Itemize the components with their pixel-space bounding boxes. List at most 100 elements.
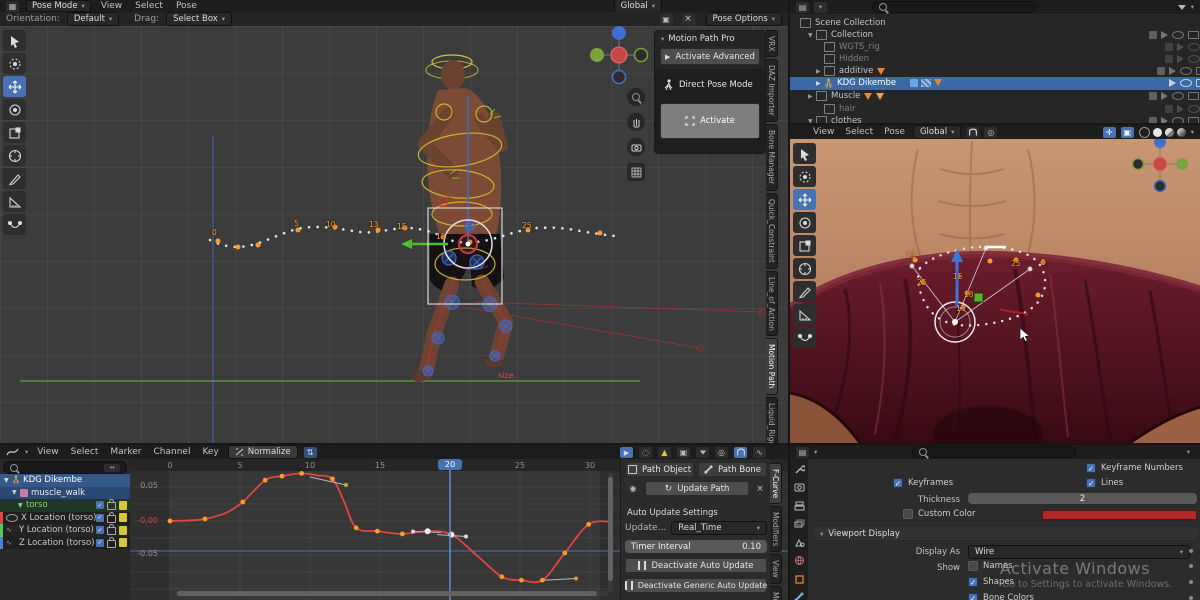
keyframe[interactable] <box>519 578 524 583</box>
xray-toggle-icon[interactable]: ▣ <box>1121 127 1134 138</box>
eye-icon[interactable] <box>1188 105 1200 113</box>
menu-select[interactable]: Select <box>842 127 876 137</box>
expand-icon[interactable]: ▼ <box>808 118 816 123</box>
names-checkbox[interactable] <box>968 561 978 571</box>
keyframe[interactable] <box>400 532 405 537</box>
menu-channel[interactable]: Channel <box>151 447 194 457</box>
tab-bone-manager[interactable]: Bone Manager <box>766 124 778 190</box>
tab-f-curve[interactable]: F-Curve <box>770 463 782 504</box>
tool-transform[interactable] <box>3 145 26 166</box>
pose-options-dropdown[interactable]: Pose Options <box>706 12 782 26</box>
menu-view[interactable]: View <box>810 127 837 137</box>
normalize-toggle[interactable]: Normalize <box>228 445 298 459</box>
animate-dot[interactable] <box>1189 580 1193 584</box>
editor-type-icon[interactable]: ▦ <box>6 1 19 12</box>
enable-checkbox[interactable] <box>96 539 104 547</box>
properties-search[interactable] <box>912 446 1076 458</box>
lock-icon[interactable] <box>107 540 116 548</box>
selectable-icon[interactable] <box>1169 67 1176 75</box>
tab-view[interactable]: View <box>770 554 782 584</box>
tool-transform[interactable] <box>793 258 816 279</box>
collapse-icon[interactable] <box>661 34 664 44</box>
checkbox-icon[interactable] <box>1149 117 1157 123</box>
scrollbar-thumb[interactable] <box>608 477 613 581</box>
keyframe[interactable] <box>168 519 173 524</box>
outliner-row-wgts-rig[interactable]: WGTS_rig <box>790 41 1200 54</box>
enable-checkbox[interactable] <box>96 501 104 509</box>
material-shading-icon[interactable] <box>1165 128 1174 137</box>
eye-icon[interactable] <box>1180 79 1192 87</box>
orientation-dropdown[interactable]: Global <box>913 125 961 139</box>
tool-pose-breakdowner[interactable] <box>3 214 26 235</box>
vertical-scrollbar[interactable] <box>608 473 613 593</box>
tab-vrx[interactable]: VRX <box>766 30 778 57</box>
channel-object[interactable]: ▼ KDG Dikembe <box>0 474 130 487</box>
animate-dot[interactable] <box>1189 549 1193 553</box>
deactivate-generic-auto-update-button[interactable]: Deactivate Generic Auto Update <box>625 578 767 593</box>
camera-view-button[interactable] <box>627 138 645 156</box>
solo-icon[interactable] <box>119 526 127 535</box>
pan-button[interactable] <box>627 113 645 131</box>
keyframe[interactable] <box>540 578 545 583</box>
chevron-down-icon[interactable] <box>1191 127 1194 137</box>
eye-icon[interactable] <box>1188 55 1200 63</box>
tool-annotate[interactable] <box>793 281 816 302</box>
tool-select-box[interactable] <box>3 30 26 51</box>
eye-icon[interactable] <box>1172 31 1184 39</box>
tab-world-icon[interactable] <box>792 554 806 567</box>
checkbox-icon[interactable] <box>1165 105 1173 113</box>
custom-color-swatch[interactable] <box>1042 510 1197 520</box>
tab-liquid-rigg-system[interactable]: Liquid_Rigg_system <box>766 397 778 443</box>
keyframe[interactable] <box>562 551 567 556</box>
viewport-disable-icon[interactable] <box>1188 92 1199 100</box>
menu-pose[interactable]: Pose <box>173 1 200 11</box>
properties-editor-icon[interactable]: ▤ <box>796 447 809 458</box>
tab-render-icon[interactable] <box>792 481 806 494</box>
filter-icon[interactable] <box>696 447 709 458</box>
tool-scale[interactable] <box>3 122 26 143</box>
viewport-display-section[interactable]: Viewport Display <box>814 527 1198 540</box>
tool-measure[interactable] <box>3 191 26 212</box>
proportional-edit-icon[interactable]: ◎ <box>984 127 997 138</box>
image-icon[interactable]: ▣ <box>677 447 690 458</box>
selectable-icon[interactable] <box>1177 55 1184 63</box>
copy-pose-icon[interactable]: ▣ <box>660 14 673 25</box>
checkbox-icon[interactable] <box>1149 31 1157 39</box>
menu-view[interactable]: View <box>34 447 61 457</box>
display-as-dropdown[interactable]: Wire <box>968 545 1190 559</box>
normalize-auto-icon[interactable]: ⇅ <box>304 447 317 458</box>
menu-key[interactable]: Key <box>199 447 221 457</box>
snap-icon[interactable] <box>734 447 747 458</box>
expand-icon[interactable]: ▶ <box>816 68 824 75</box>
editor-type-chevron[interactable] <box>814 447 817 457</box>
fcurve[interactable] <box>170 473 611 582</box>
update-mode-dropdown[interactable]: Real_Time <box>671 521 767 535</box>
keyframe[interactable] <box>280 474 285 479</box>
tool-rotate[interactable] <box>3 99 26 120</box>
proportional-edit-icon[interactable]: ◎ <box>715 447 728 458</box>
outliner-row-scene-collection[interactable]: Scene Collection <box>790 17 1200 30</box>
keyframes-checkbox[interactable] <box>893 478 903 488</box>
activate-advanced-button[interactable]: Activate Advanced <box>660 48 760 65</box>
channel-x-location[interactable]: X Location (torso) <box>0 512 130 525</box>
tool-pose-breakdowner[interactable] <box>793 327 816 348</box>
update-path-button[interactable]: Update Path <box>645 481 749 496</box>
tab-view-layer-icon[interactable] <box>792 518 806 531</box>
tool-select-box[interactable] <box>793 143 816 164</box>
calculate-icon[interactable]: ◉ <box>625 482 641 495</box>
lines-checkbox[interactable] <box>1086 478 1096 488</box>
tab-motion[interactable]: Motio <box>770 586 782 600</box>
eye-icon[interactable] <box>1180 67 1192 75</box>
checkbox-icon[interactable] <box>1149 92 1157 100</box>
channel-search[interactable]: ↔ <box>3 461 127 474</box>
outliner-row-additive[interactable]: ▶ additive <box>790 65 1200 78</box>
tab-modifiers[interactable]: Modifiers <box>770 506 782 552</box>
tab-object-icon[interactable] <box>792 573 806 586</box>
tool-scale[interactable] <box>793 235 816 256</box>
outliner-row-hair[interactable]: hair <box>790 103 1200 116</box>
animate-dot[interactable] <box>1189 596 1193 600</box>
tool-move[interactable] <box>3 76 26 97</box>
clear-path-icon[interactable] <box>753 482 767 495</box>
filter-toggle-icon[interactable]: ↔ <box>104 464 120 472</box>
tool-cursor[interactable] <box>3 53 26 74</box>
